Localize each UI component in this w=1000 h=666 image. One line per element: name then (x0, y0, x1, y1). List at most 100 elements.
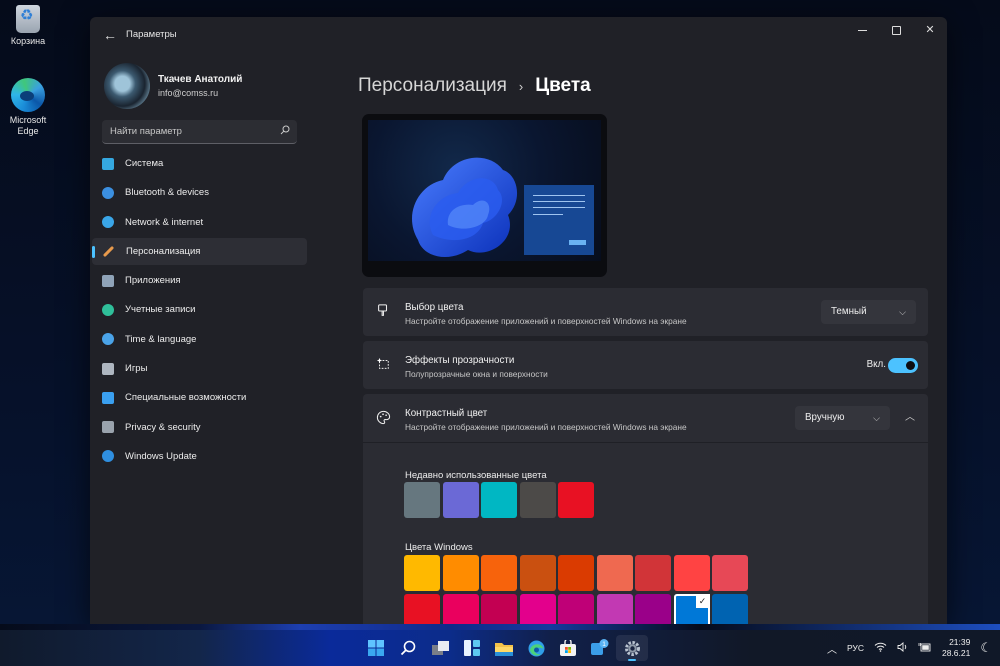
color-swatch[interactable] (673, 555, 710, 591)
taskbar-app-edge[interactable] (520, 635, 552, 661)
color-swatch[interactable] (635, 593, 671, 624)
user-profile[interactable]: Ткачев Анатолий info@comss.ru (104, 63, 242, 109)
color-swatch[interactable] (519, 593, 556, 624)
chevron-right-icon: › (518, 78, 524, 94)
sidebar-item[interactable]: Bluetooth & devices (92, 179, 307, 206)
close-button[interactable]: ✕ (913, 17, 947, 43)
transparency-icon (375, 357, 391, 373)
svg-text:1: 1 (602, 641, 606, 648)
sidebar-item[interactable]: Time & language (92, 326, 307, 353)
transparency-state-label: Вкл. (866, 359, 886, 370)
accent-color-card: Контрастный цвет Настройте отображение п… (363, 394, 928, 624)
sidebar-item[interactable]: Учетные записи (92, 296, 307, 323)
volume-icon[interactable] (897, 642, 908, 654)
quiet-hours-moon-icon[interactable]: ☾ (980, 640, 992, 656)
collapse-button[interactable]: ︿ (900, 406, 920, 430)
clock[interactable]: 21:39 28.6.21 (942, 637, 970, 659)
search-input[interactable] (102, 120, 262, 142)
desktop-icon-recycle-bin[interactable]: Корзина (4, 5, 52, 47)
minimize-button[interactable] (845, 17, 879, 43)
color-swatch[interactable] (519, 555, 556, 591)
sidebar-item-label: Network & internet (125, 216, 204, 228)
color-swatch[interactable] (481, 593, 517, 624)
color-mode-value: Темный (831, 306, 867, 317)
color-swatch[interactable] (635, 555, 671, 591)
color-mode-dropdown[interactable]: Темный ⌵ (821, 300, 916, 324)
taskbar-app-search[interactable] (392, 635, 424, 661)
gear-icon (624, 640, 641, 657)
clock-date: 28.6.21 (941, 648, 971, 658)
sidebar-item-label: Bluetooth & devices (125, 187, 209, 199)
color-swatch[interactable] (596, 593, 633, 624)
color-swatch[interactable] (712, 555, 748, 591)
color-swatch[interactable] (712, 593, 748, 624)
transparency-title: Эффекты прозрачности (405, 355, 515, 366)
color-swatch[interactable] (404, 482, 440, 518)
theme-preview (362, 114, 607, 277)
wifi-icon[interactable] (874, 642, 887, 654)
sidebar-item[interactable]: Network & internet (92, 209, 307, 236)
breadcrumb-parent[interactable]: Персонализация (358, 75, 507, 97)
maximize-button[interactable] (879, 17, 913, 43)
sidebar-item-label: Приложения (125, 275, 181, 287)
chevron-up-icon: ︿ (905, 412, 915, 423)
taskbar-app-settings[interactable] (616, 635, 648, 661)
color-swatch[interactable] (558, 593, 594, 624)
accent-mode-dropdown[interactable]: Вручную ⌵ (795, 406, 890, 430)
sidebar-item[interactable]: Приложения (92, 267, 307, 294)
color-mode-card: Выбор цвета Настройте отображение прилож… (363, 288, 928, 336)
color-swatch[interactable] (404, 555, 440, 591)
taskbar-app-store[interactable] (552, 635, 584, 661)
search-icon[interactable] (280, 125, 290, 135)
color-swatch[interactable] (481, 555, 517, 591)
shield-icon (102, 421, 114, 434)
color-swatch[interactable] (519, 482, 556, 518)
color-swatch-selected[interactable] (673, 593, 710, 624)
taskbar-app-start[interactable] (360, 635, 392, 661)
store-icon (560, 640, 576, 656)
color-swatch[interactable] (481, 482, 517, 518)
taskbar-app-teams[interactable]: 1 (584, 635, 616, 661)
recycle-bin-icon (16, 5, 40, 33)
chat-icon: 1 (591, 639, 609, 657)
desktop-icon-label: Корзина (10, 36, 46, 46)
color-swatch[interactable] (558, 555, 594, 591)
sidebar-item-label: Time & language (125, 333, 197, 345)
sidebar-item[interactable]: Система (92, 150, 307, 177)
sidebar-item[interactable]: Персонализация (92, 237, 307, 265)
breadcrumb: Персонализация › Цвета (358, 75, 591, 97)
sidebar-item[interactable]: Windows Update (92, 443, 307, 470)
color-swatch[interactable] (442, 593, 479, 624)
title-bar[interactable]: ← Параметры ✕ (90, 17, 947, 53)
recent-colors-grid (404, 482, 748, 518)
chevron-up-icon[interactable]: ︿ (827, 641, 837, 656)
sidebar-item[interactable]: Privacy & security (92, 414, 307, 441)
taskbar-app-file-explorer[interactable] (488, 635, 520, 661)
taskbar-app-task-view[interactable] (424, 635, 456, 661)
sidebar-item-label: Специальные возможности (125, 392, 247, 404)
folder-icon (495, 641, 513, 656)
transparency-toggle[interactable] (888, 358, 918, 373)
color-swatch[interactable] (442, 482, 479, 518)
color-swatch[interactable] (442, 555, 479, 591)
desktop-icon-edge[interactable]: Microsoft Edge (4, 78, 52, 137)
language-indicator[interactable]: РУС (847, 643, 864, 653)
color-mode-subtitle: Настройте отображение приложений и повер… (405, 316, 687, 326)
bloom-wallpaper-image (412, 157, 518, 258)
sidebar-item[interactable]: Специальные возможности (92, 384, 307, 411)
page-title: Цвета (535, 75, 591, 96)
taskbar-app-widgets[interactable] (456, 635, 488, 661)
color-swatch[interactable] (404, 593, 440, 624)
sidebar-nav: Система Bluetooth & devices Network & inte… (92, 150, 307, 472)
transparency-card: Эффекты прозрачности Полупрозрачные окна… (363, 341, 928, 389)
preview-wallpaper (368, 120, 601, 261)
color-swatch[interactable] (558, 482, 594, 518)
color-swatch[interactable] (596, 555, 633, 591)
recent-colors-label: Недавно использованные цвета (405, 470, 547, 481)
close-icon: ✕ (925, 24, 935, 36)
back-button[interactable]: ← (100, 25, 120, 45)
preview-dialog (524, 185, 594, 255)
battery-icon[interactable] (918, 642, 932, 654)
sidebar-item[interactable]: Игры (92, 355, 307, 382)
windows-logo-icon (368, 640, 384, 656)
